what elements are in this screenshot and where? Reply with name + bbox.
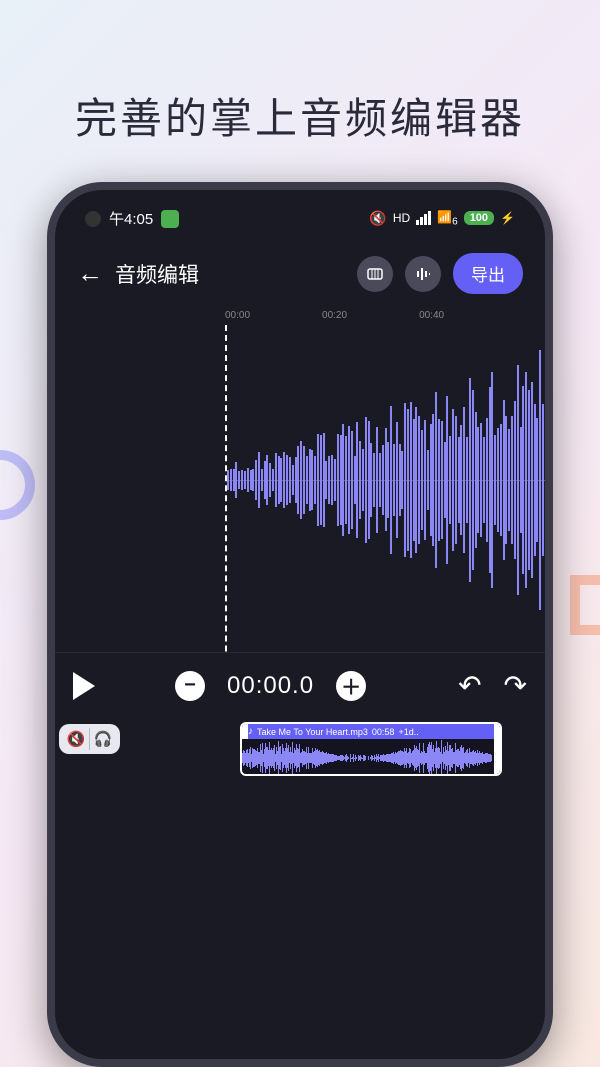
solo-headphone-icon[interactable]: 🎧 xyxy=(92,728,114,750)
audio-clip[interactable]: ♪ Take Me To Your Heart.mp3 00:58 +1d.. xyxy=(240,722,502,776)
decorative-circle xyxy=(0,450,35,520)
zoom-in-button[interactable]: ＋ xyxy=(336,671,366,701)
charging-icon: ⚡ xyxy=(500,211,515,225)
battery-badge: 100 xyxy=(464,211,494,225)
undo-button[interactable]: ↶ xyxy=(458,669,481,702)
redo-button[interactable]: ↷ xyxy=(504,669,527,702)
app-bar: ← 音频编辑 导出 xyxy=(55,237,545,306)
clip-duration: 00:58 xyxy=(372,727,395,737)
zoom-out-button[interactable]: − xyxy=(175,671,205,701)
track-controls[interactable]: 🔇 🎧 xyxy=(59,724,120,754)
mute-track-icon[interactable]: 🔇 xyxy=(65,728,87,750)
camera-hole xyxy=(85,211,101,227)
track-row: 🔇 🎧 ♪ Take Me To Your Heart.mp3 00:58 +1… xyxy=(55,718,545,776)
clip-gain: +1d.. xyxy=(398,727,418,737)
phone-frame: 午4:05 🔇 HD 📶6 100 ⚡ ← 音频编辑 导出 00:00 00:2… xyxy=(47,182,553,1067)
piano-roll-icon[interactable] xyxy=(357,256,393,292)
signal-icon xyxy=(416,211,431,225)
play-button[interactable] xyxy=(73,672,95,700)
clip-waveform xyxy=(242,739,500,776)
transport-controls: − 00:00.0 ＋ ↶ ↷ xyxy=(55,653,545,718)
equalizer-icon[interactable] xyxy=(405,256,441,292)
playhead-line[interactable] xyxy=(225,325,227,653)
waveform-canvas xyxy=(227,325,545,653)
hd-label: HD xyxy=(393,211,410,225)
wifi-icon: 📶6 xyxy=(437,210,458,227)
ruler-tick: 00:40 xyxy=(419,310,444,321)
waveform-display[interactable] xyxy=(55,325,545,653)
music-note-icon: ♪ xyxy=(248,726,253,737)
mute-icon: 🔇 xyxy=(369,210,386,227)
decorative-square xyxy=(570,575,600,635)
page-title: 音频编辑 xyxy=(115,259,345,289)
status-bar: 午4:05 🔇 HD 📶6 100 ⚡ xyxy=(55,190,545,237)
status-time: 午4:05 xyxy=(109,208,153,229)
clip-trim-right[interactable] xyxy=(494,724,500,774)
clip-header: ♪ Take Me To Your Heart.mp3 00:58 +1d.. xyxy=(242,724,500,739)
status-indicator-icon xyxy=(161,210,179,228)
back-arrow-icon[interactable]: ← xyxy=(77,258,103,289)
headline: 完善的掌上音频编辑器 xyxy=(0,0,600,146)
timeline-ruler[interactable]: 00:00 00:20 00:40 xyxy=(55,306,545,325)
ruler-tick: 00:00 xyxy=(225,310,250,321)
ruler-tick: 00:20 xyxy=(322,310,347,321)
time-display: 00:00.0 xyxy=(227,672,314,700)
export-button[interactable]: 导出 xyxy=(453,253,523,294)
clip-filename: Take Me To Your Heart.mp3 xyxy=(257,727,368,737)
